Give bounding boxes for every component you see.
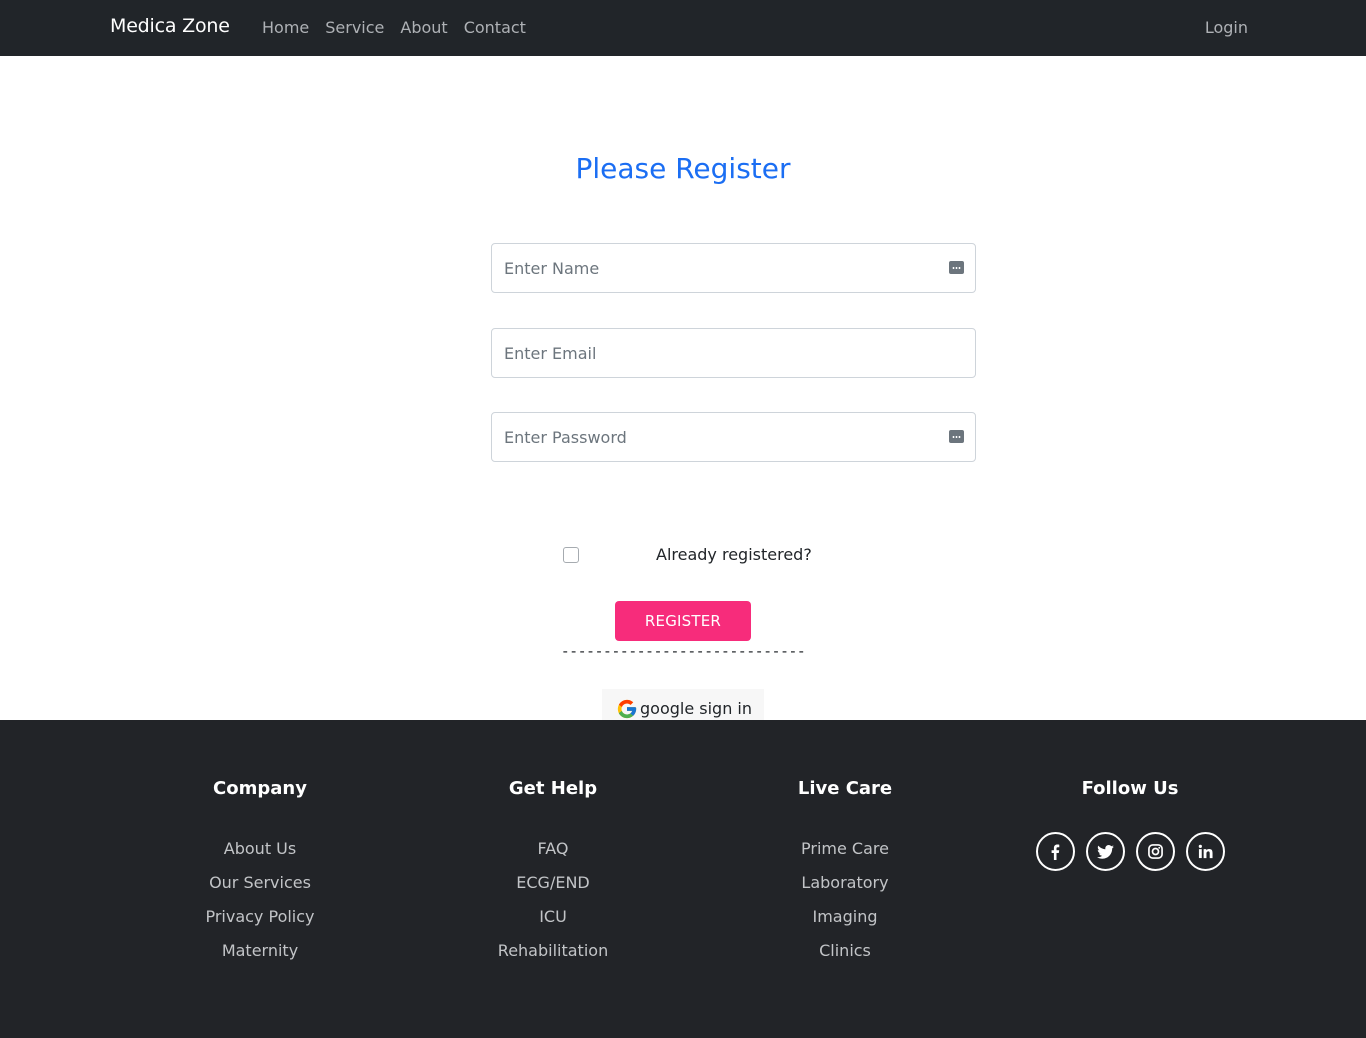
footer-heading: Live Care xyxy=(797,778,893,799)
linkedin-icon[interactable] xyxy=(1185,832,1225,871)
email-input[interactable] xyxy=(492,329,975,377)
page-title: Please Register xyxy=(575,152,791,185)
brand-logo[interactable]: Medica Zone xyxy=(110,15,230,37)
footer-link-maternity[interactable]: Maternity xyxy=(140,934,380,968)
name-field xyxy=(491,243,976,293)
register-section: Please Register Already registered? REGI… xyxy=(0,56,1366,728)
footer: Company About Us Our Services Privacy Po… xyxy=(0,720,1366,1038)
footer-heading: Company xyxy=(213,778,307,799)
password-manager-icon[interactable] xyxy=(949,430,964,443)
footer-column-company: Company About Us Our Services Privacy Po… xyxy=(140,778,380,968)
footer-link-faq[interactable]: FAQ xyxy=(433,832,673,866)
email-field xyxy=(491,328,976,378)
password-input[interactable] xyxy=(492,413,975,461)
footer-link-privacy-policy[interactable]: Privacy Policy xyxy=(140,900,380,934)
footer-column-live-care: Live Care Prime Care Laboratory Imaging … xyxy=(725,778,965,968)
nav-link-contact[interactable]: Contact xyxy=(464,18,526,37)
footer-link-imaging[interactable]: Imaging xyxy=(725,900,965,934)
instagram-icon[interactable] xyxy=(1135,832,1175,871)
footer-link-ecg[interactable]: ECG/END xyxy=(433,866,673,900)
nav-link-home[interactable]: Home xyxy=(262,18,309,37)
footer-link-rehabilitation[interactable]: Rehabilitation xyxy=(433,934,673,968)
footer-link-clinics[interactable]: Clinics xyxy=(725,934,965,968)
social-links xyxy=(1010,832,1250,871)
nav-links: Home Service About Contact xyxy=(262,18,526,37)
google-sign-in-label: google sign in xyxy=(640,699,753,718)
footer-link-our-services[interactable]: Our Services xyxy=(140,866,380,900)
nav-link-service[interactable]: Service xyxy=(325,18,384,37)
already-registered-checkbox[interactable] xyxy=(563,547,579,563)
footer-link-icu[interactable]: ICU xyxy=(433,900,673,934)
password-field xyxy=(491,412,976,462)
footer-heading: Follow Us xyxy=(1081,778,1179,799)
already-registered-label: Already registered? xyxy=(656,545,812,564)
twitter-icon[interactable] xyxy=(1085,832,1125,871)
login-link[interactable]: Login xyxy=(1205,18,1248,37)
register-button[interactable]: REGISTER xyxy=(615,601,751,641)
facebook-icon[interactable] xyxy=(1035,832,1075,871)
footer-heading: Get Help xyxy=(508,778,598,799)
nav-link-about[interactable]: About xyxy=(400,18,447,37)
already-registered-row: Already registered? xyxy=(0,543,1366,567)
footer-link-about-us[interactable]: About Us xyxy=(140,832,380,866)
divider-line: ----------------------------- xyxy=(560,642,806,660)
footer-link-prime-care[interactable]: Prime Care xyxy=(725,832,965,866)
google-icon xyxy=(616,698,638,720)
navbar: Medica Zone Home Service About Contact L… xyxy=(0,0,1366,56)
footer-link-laboratory[interactable]: Laboratory xyxy=(725,866,965,900)
password-manager-icon[interactable] xyxy=(949,261,964,274)
name-input[interactable] xyxy=(492,244,975,292)
footer-column-follow-us: Follow Us xyxy=(1010,778,1250,871)
footer-column-get-help: Get Help FAQ ECG/END ICU Rehabilitation xyxy=(433,778,673,968)
